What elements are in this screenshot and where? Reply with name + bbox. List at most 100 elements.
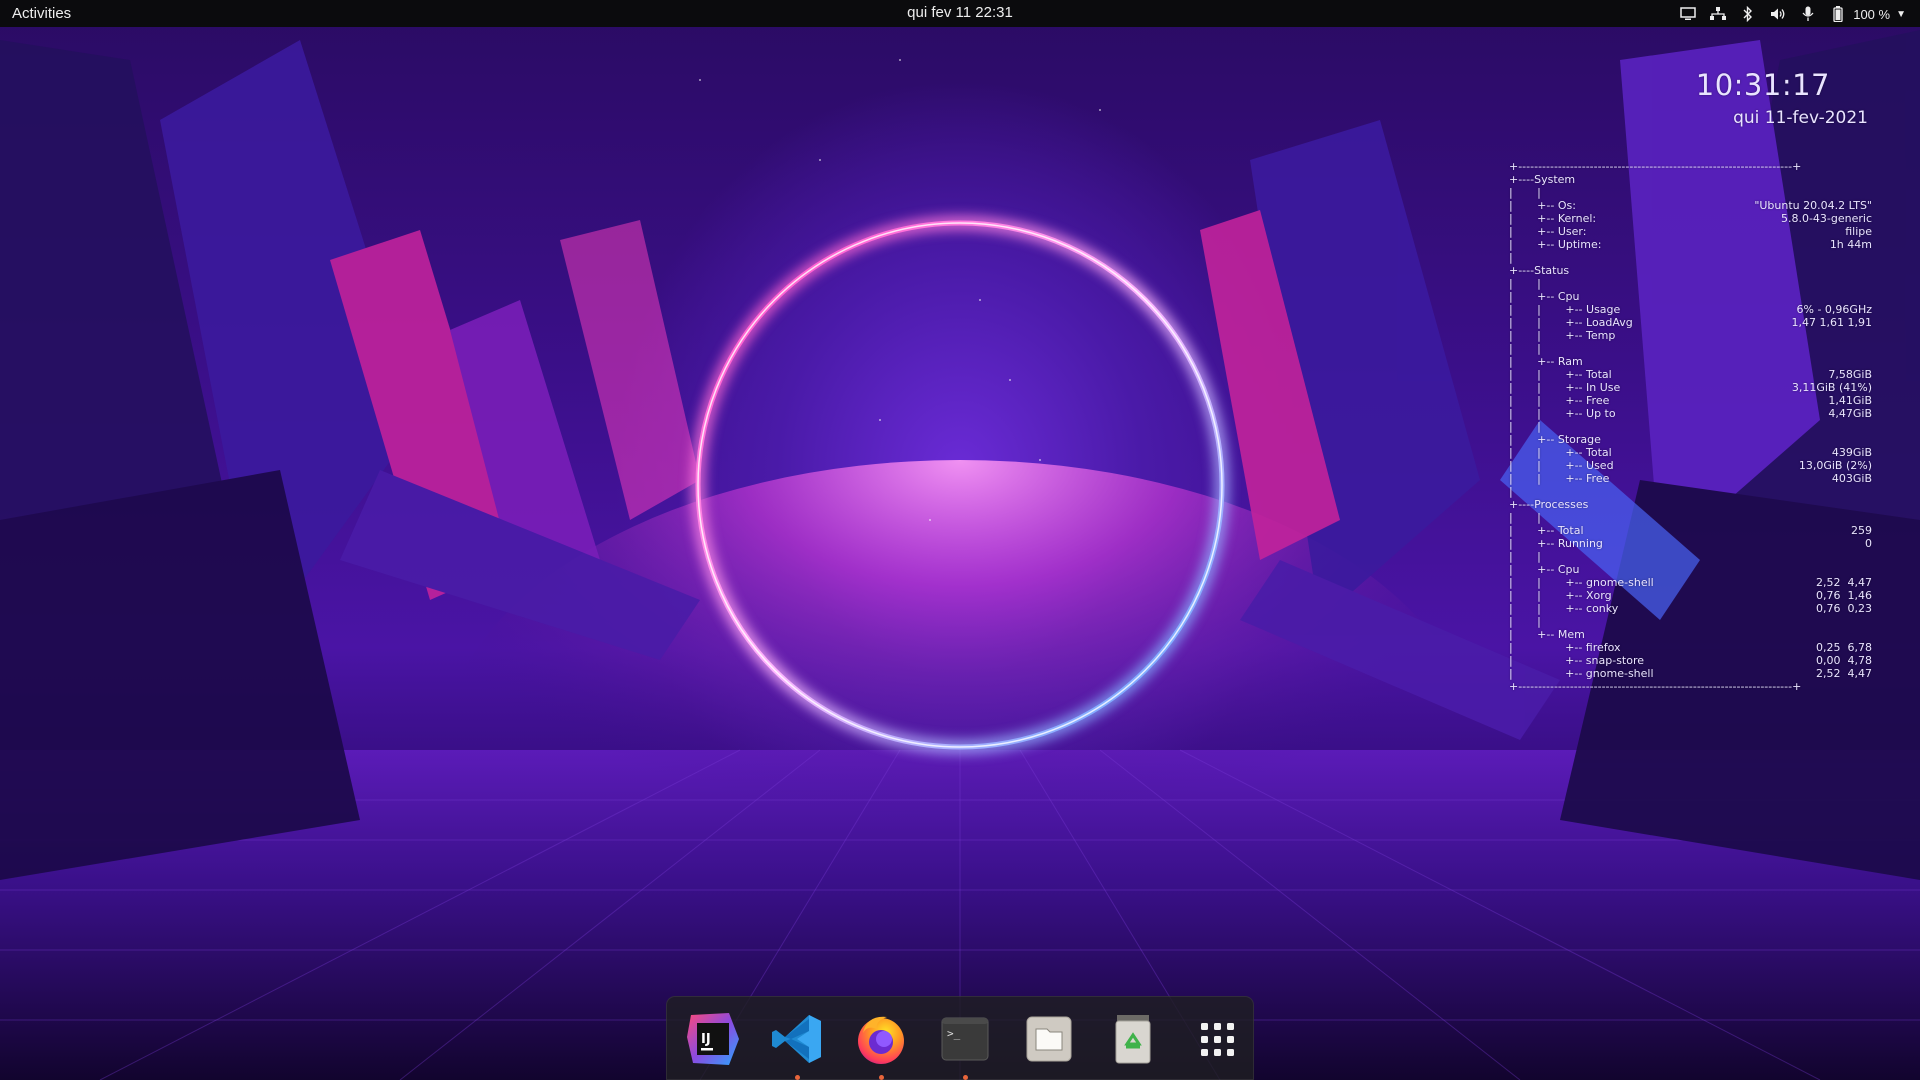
conky-row-label: | | +-- Total xyxy=(1509,446,1612,459)
conky-row-label: | +-- Kernel: xyxy=(1509,212,1597,225)
conky-row: | +-- Ram xyxy=(1509,355,1872,368)
conky-row-value: 0,00 4,78 xyxy=(1816,654,1872,667)
conky-row-label: | | +-- Free xyxy=(1509,472,1610,485)
conky-row-label: | | xyxy=(1509,550,1541,563)
conky-row-label: | | +-- Free xyxy=(1509,394,1610,407)
conky-row-value: 0,76 0,23 xyxy=(1816,602,1872,615)
conky-row-label: | +-- Cpu xyxy=(1509,563,1580,576)
conky-row-value: 2,52 4,47 xyxy=(1816,667,1872,680)
running-indicator xyxy=(795,1075,800,1080)
battery-icon[interactable] xyxy=(1829,5,1847,23)
conky-row: | +-- firefox 0,25 6,78 xyxy=(1509,641,1872,654)
conky-row-label: | | xyxy=(1509,186,1541,199)
conky-row-value: filipe xyxy=(1845,225,1872,238)
conky-row-label: | | xyxy=(1509,277,1541,290)
conky-row: | +-- Storage xyxy=(1509,433,1872,446)
files-icon xyxy=(1026,1016,1072,1062)
conky-row: | | +-- Free 1,41GiB xyxy=(1509,394,1872,407)
conky-row: | +-- Mem xyxy=(1509,628,1872,641)
conky-row-label: | +-- Mem xyxy=(1509,628,1585,641)
conky-row-value: 0 xyxy=(1865,537,1872,550)
conky-row: | | xyxy=(1509,186,1872,199)
conky-row-value: 1,41GiB xyxy=(1828,394,1872,407)
conky-row-value: 0,25 6,78 xyxy=(1816,641,1872,654)
intellij-idea-launcher[interactable]: IJ xyxy=(685,1011,741,1067)
conky-row-label: | | +-- Usage xyxy=(1509,303,1621,316)
files-launcher[interactable] xyxy=(1021,1011,1077,1067)
conky-row: | | +-- Used 13,0GiB (2%) xyxy=(1509,459,1872,472)
conky-row-label: | | xyxy=(1509,342,1541,355)
conky-row: | +-- gnome-shell 2,52 4,47 xyxy=(1509,667,1872,680)
firefox-launcher[interactable] xyxy=(853,1011,909,1080)
conky-row-value: 5.8.0-43-generic xyxy=(1780,212,1872,225)
conky-row-label: | | +-- Used xyxy=(1509,459,1614,472)
conky-row: | | +-- Xorg 0,76 1,46 xyxy=(1509,589,1872,602)
conky-row-value: 2,52 4,47 xyxy=(1816,576,1872,589)
running-indicator xyxy=(879,1075,884,1080)
conky-row: | +-- Uptime: 1h 44m xyxy=(1509,238,1872,251)
network-icon[interactable] xyxy=(1709,5,1727,23)
conky-row: | | +-- LoadAvg 1,47 1,61 1,91 xyxy=(1509,316,1872,329)
conky-date: qui 11-fev-2021 xyxy=(1733,108,1868,128)
datetime-button[interactable]: qui fev 11 22:31 xyxy=(907,4,1013,21)
conky-row-label: | +-- snap-store xyxy=(1509,654,1645,667)
conky-row-value: 1,47 1,61 1,91 xyxy=(1791,316,1872,329)
battery-percentage[interactable]: 100 % xyxy=(1853,7,1890,22)
conky-row-value: "Ubuntu 20.04.2 LTS" xyxy=(1754,199,1872,212)
conky-row: | +-- Total 259 xyxy=(1509,524,1872,537)
intellij-idea-icon: IJ xyxy=(687,1013,739,1065)
terminal-icon: >_ xyxy=(941,1017,989,1061)
system-tray[interactable]: 100 % ▼ xyxy=(1679,3,1906,25)
show-applications-button[interactable] xyxy=(1189,1011,1245,1067)
conky-row-label: | +-- Storage xyxy=(1509,433,1601,446)
conky-border-bottom: +---------------------------------------… xyxy=(1509,680,1872,693)
conky-row-label: | +-- gnome-shell xyxy=(1509,667,1654,680)
conky-border-top: +---------------------------------------… xyxy=(1509,160,1872,173)
conky-row-label: +---------------------------------------… xyxy=(1509,680,1802,693)
conky-row-label: | | +-- Xorg xyxy=(1509,589,1612,602)
terminal-launcher[interactable]: >_ xyxy=(937,1011,993,1080)
conky-system-tree: +---------------------------------------… xyxy=(1509,160,1872,693)
bluetooth-icon[interactable] xyxy=(1739,5,1757,23)
volume-icon[interactable] xyxy=(1769,5,1787,23)
conky-row: | | xyxy=(1509,342,1872,355)
conky-time: 10:31:17 xyxy=(1695,68,1830,102)
conky-row-label: | | +-- LoadAvg xyxy=(1509,316,1633,329)
conky-row-label: | | +-- Up to xyxy=(1509,407,1616,420)
conky-row-label: | +-- User: xyxy=(1509,225,1587,238)
conky-row-label: | | xyxy=(1509,615,1541,628)
conky-row-value: 3,11GiB (41%) xyxy=(1791,381,1872,394)
conky-row-value: 6% - 0,96GHz xyxy=(1796,303,1872,316)
conky-row-label: | +-- firefox xyxy=(1509,641,1621,654)
vscode-icon xyxy=(772,1015,821,1063)
conky-row: | | xyxy=(1509,420,1872,433)
conky-row: | | +-- conky 0,76 0,23 xyxy=(1509,602,1872,615)
dock: IJ >_ xyxy=(666,996,1254,1080)
vscode-launcher[interactable] xyxy=(769,1011,825,1080)
conky-row: | +-- Os: "Ubuntu 20.04.2 LTS" xyxy=(1509,199,1872,212)
conky-row: | | +-- Total 439GiB xyxy=(1509,446,1872,459)
microphone-icon[interactable] xyxy=(1799,5,1817,23)
conky-row: | +-- Cpu xyxy=(1509,290,1872,303)
conky-row: | xyxy=(1509,485,1872,498)
conky-row-label: | +-- Uptime: xyxy=(1509,238,1602,251)
conky-row-label: +----Status xyxy=(1509,264,1570,277)
conky-row: | | xyxy=(1509,511,1872,524)
conky-row: | | +-- In Use 3,11GiB (41%) xyxy=(1509,381,1872,394)
conky-row-value: 403GiB xyxy=(1831,472,1872,485)
conky-row-label: +----Processes xyxy=(1509,498,1589,511)
activities-button[interactable]: Activities xyxy=(12,5,71,22)
conky-row-label: +----System xyxy=(1509,173,1576,186)
conky-row: | | +-- Usage 6% - 0,96GHz xyxy=(1509,303,1872,316)
svg-text:>_: >_ xyxy=(947,1027,961,1040)
conky-row-value: 439GiB xyxy=(1831,446,1872,459)
trash-icon xyxy=(1115,1015,1151,1064)
conky-row-value: 0,76 1,46 xyxy=(1816,589,1872,602)
screen-icon[interactable] xyxy=(1679,5,1697,23)
dropdown-caret-icon[interactable]: ▼ xyxy=(1896,9,1906,20)
conky-row-label: | xyxy=(1509,251,1513,264)
conky-row-label: | +-- Total xyxy=(1509,524,1584,537)
conky-row: | | xyxy=(1509,277,1872,290)
conky-row-label: | +-- Os: xyxy=(1509,199,1576,212)
trash-launcher[interactable] xyxy=(1105,1011,1161,1067)
